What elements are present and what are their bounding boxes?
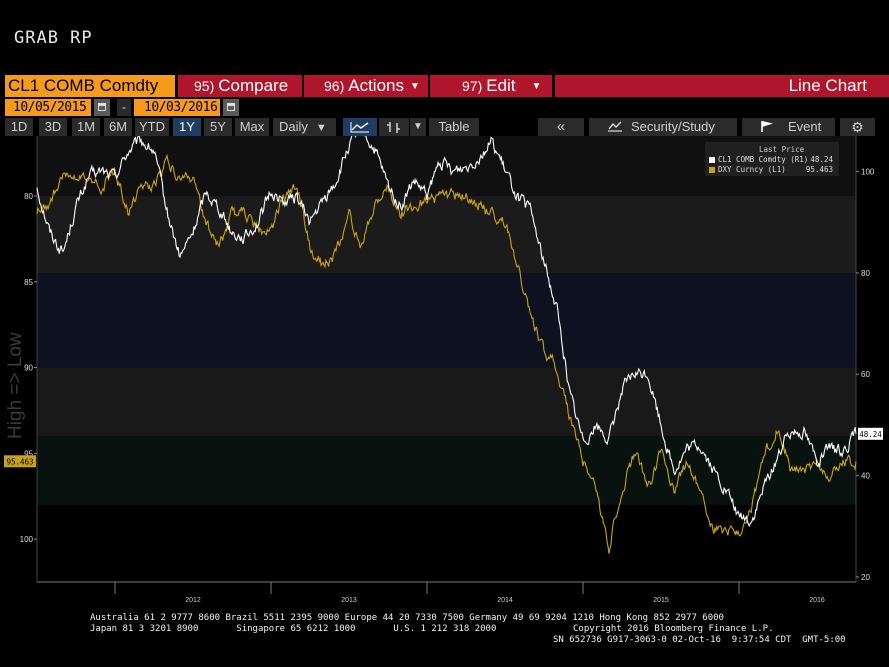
legend-swatch xyxy=(709,157,715,163)
frequency-label: Daily xyxy=(279,119,308,134)
legend-value: 48.24 xyxy=(810,155,833,164)
legend-swatch xyxy=(709,167,715,173)
command-bar: CL1 COMB Comdty 95) Compare 96) Actions ▼ 9… xyxy=(0,75,889,97)
background-band xyxy=(37,273,856,368)
background-band xyxy=(37,196,856,274)
period-1d-button[interactable]: 1D xyxy=(5,118,33,136)
period-6m-button[interactable]: 6M xyxy=(104,118,132,136)
edit-shortcut: 97) xyxy=(462,78,483,94)
right-tick-label: 80 xyxy=(861,269,870,278)
table-button[interactable]: Table xyxy=(429,118,479,136)
footer-session-info: SN 652736 G917-3063-0 02-Oct-16 9:37:54 … xyxy=(553,635,846,645)
compare-button[interactable]: 95) Compare xyxy=(178,75,302,97)
calendar-icon[interactable] xyxy=(94,99,110,116)
calendar-icon[interactable] xyxy=(223,99,239,116)
x-tick-label: 2016 xyxy=(809,597,825,604)
date-range-bar: 10/05/2015 - 10/03/2016 xyxy=(0,99,300,117)
x-tick-label: 2012 xyxy=(185,597,201,604)
end-date-input[interactable]: 10/03/2016 xyxy=(134,99,220,116)
right-tick-label: 100 xyxy=(861,167,875,176)
left-tick-label: 85 xyxy=(24,278,33,287)
actions-button[interactable]: 96) Actions ▼ xyxy=(304,75,428,97)
chart-toolbar: 1D 3D 1M 6M YTD 1Y 5Y Max Daily ▼ ▼ Table… xyxy=(0,118,889,136)
legend-label: DXY Curncy xyxy=(718,165,764,174)
start-date-input[interactable]: 10/05/2015 xyxy=(5,99,91,116)
caret-down-icon: ▼ xyxy=(409,80,420,92)
legend-axis: (L1) xyxy=(767,165,786,174)
edit-label: Edit xyxy=(486,76,516,95)
background-bands xyxy=(37,136,856,582)
footer-contacts-line-2: Japan 81 3 3201 8900 Singapore 65 6212 1… xyxy=(90,624,497,634)
compare-shortcut: 95) xyxy=(194,78,215,94)
actions-label: Actions xyxy=(348,76,404,95)
period-3d-button[interactable]: 3D xyxy=(39,118,67,136)
page-title: GRAB RP xyxy=(14,28,93,48)
background-band xyxy=(37,436,856,505)
line-chart-icon xyxy=(350,122,369,133)
right-tick-label: 40 xyxy=(861,472,870,481)
compare-label: Compare xyxy=(218,76,289,95)
nav-back-button[interactable]: « xyxy=(538,118,584,136)
chart-area[interactable]: 80859095100204060801002012 2013 2014 2015 20… xyxy=(0,136,889,613)
security-study-label: Security/Study xyxy=(631,119,715,134)
left-axis-title: High => Low xyxy=(5,332,26,439)
right-last-value-text: 48.24 xyxy=(859,430,882,439)
settings-button[interactable]: ⚙ xyxy=(840,118,875,136)
legend-header: Last Price xyxy=(759,145,805,154)
ticker-input[interactable]: CL1 COMB Comdty xyxy=(5,75,175,97)
left-axis-title-text: High => Low xyxy=(5,332,26,439)
period-max-button[interactable]: Max xyxy=(235,118,269,136)
legend-label: CL1 COMB Comdty xyxy=(718,155,786,164)
right-tick-label: 60 xyxy=(861,370,870,379)
event-button[interactable]: Event xyxy=(742,118,835,136)
line-chart-mode-button[interactable] xyxy=(343,118,377,136)
legend-value: 95.463 xyxy=(805,165,833,174)
background-band xyxy=(37,367,856,437)
legend-entry-dxy: DXY Curncy (L1) 95.463 xyxy=(709,165,837,174)
gear-icon: ⚙ xyxy=(851,119,864,135)
event-label: Event xyxy=(788,119,822,134)
caret-down-icon: ▼ xyxy=(413,121,423,132)
footer-copyright: Copyright 2016 Bloomberg Finance L.P. xyxy=(573,624,774,634)
legend-axis: (R1) xyxy=(790,155,809,164)
x-tick-label: 2015 xyxy=(653,597,669,604)
caret-down-icon: ▼ xyxy=(315,122,327,134)
grid xyxy=(114,582,740,594)
period-1m-button[interactable]: 1M xyxy=(72,118,100,136)
period-5y-button[interactable]: 5Y xyxy=(204,118,232,136)
footer-contacts-line: Australia 61 2 9777 8600 Brazil 5511 239… xyxy=(90,613,724,623)
actions-shortcut: 96) xyxy=(324,78,345,94)
edit-button[interactable]: 97) Edit ▼ xyxy=(430,75,552,97)
x-tick-label: 2013 xyxy=(341,597,357,604)
right-tick-label: 20 xyxy=(861,573,870,582)
flag-icon xyxy=(761,121,773,132)
period-ytd-button[interactable]: YTD xyxy=(135,118,169,136)
x-tick-label: 2014 xyxy=(497,597,513,604)
chart-mode-dropdown[interactable]: ▼ xyxy=(410,118,426,136)
date-separator: - xyxy=(117,99,131,116)
ohlc-bar-icon xyxy=(387,122,400,133)
chart-type-label: Line Chart xyxy=(555,75,889,97)
legend-entry-crude: CL1 COMB Comdty (R1) 48.24 xyxy=(709,155,837,164)
security-study-button[interactable]: Security/Study xyxy=(589,118,737,136)
left-tick-label: 100 xyxy=(20,535,34,544)
frequency-select[interactable]: Daily ▼ xyxy=(273,118,336,136)
bar-chart-mode-button[interactable] xyxy=(379,118,409,136)
period-1y-button[interactable]: 1Y xyxy=(173,118,201,136)
left-tick-label: 80 xyxy=(24,192,33,201)
left-last-value-text: 95.463 xyxy=(6,457,33,466)
study-chart-icon xyxy=(608,121,622,132)
caret-down-icon: ▼ xyxy=(531,80,542,92)
legend: Last Price CL1 COMB Comdty (R1) 48.24 DXY… xyxy=(705,142,839,176)
